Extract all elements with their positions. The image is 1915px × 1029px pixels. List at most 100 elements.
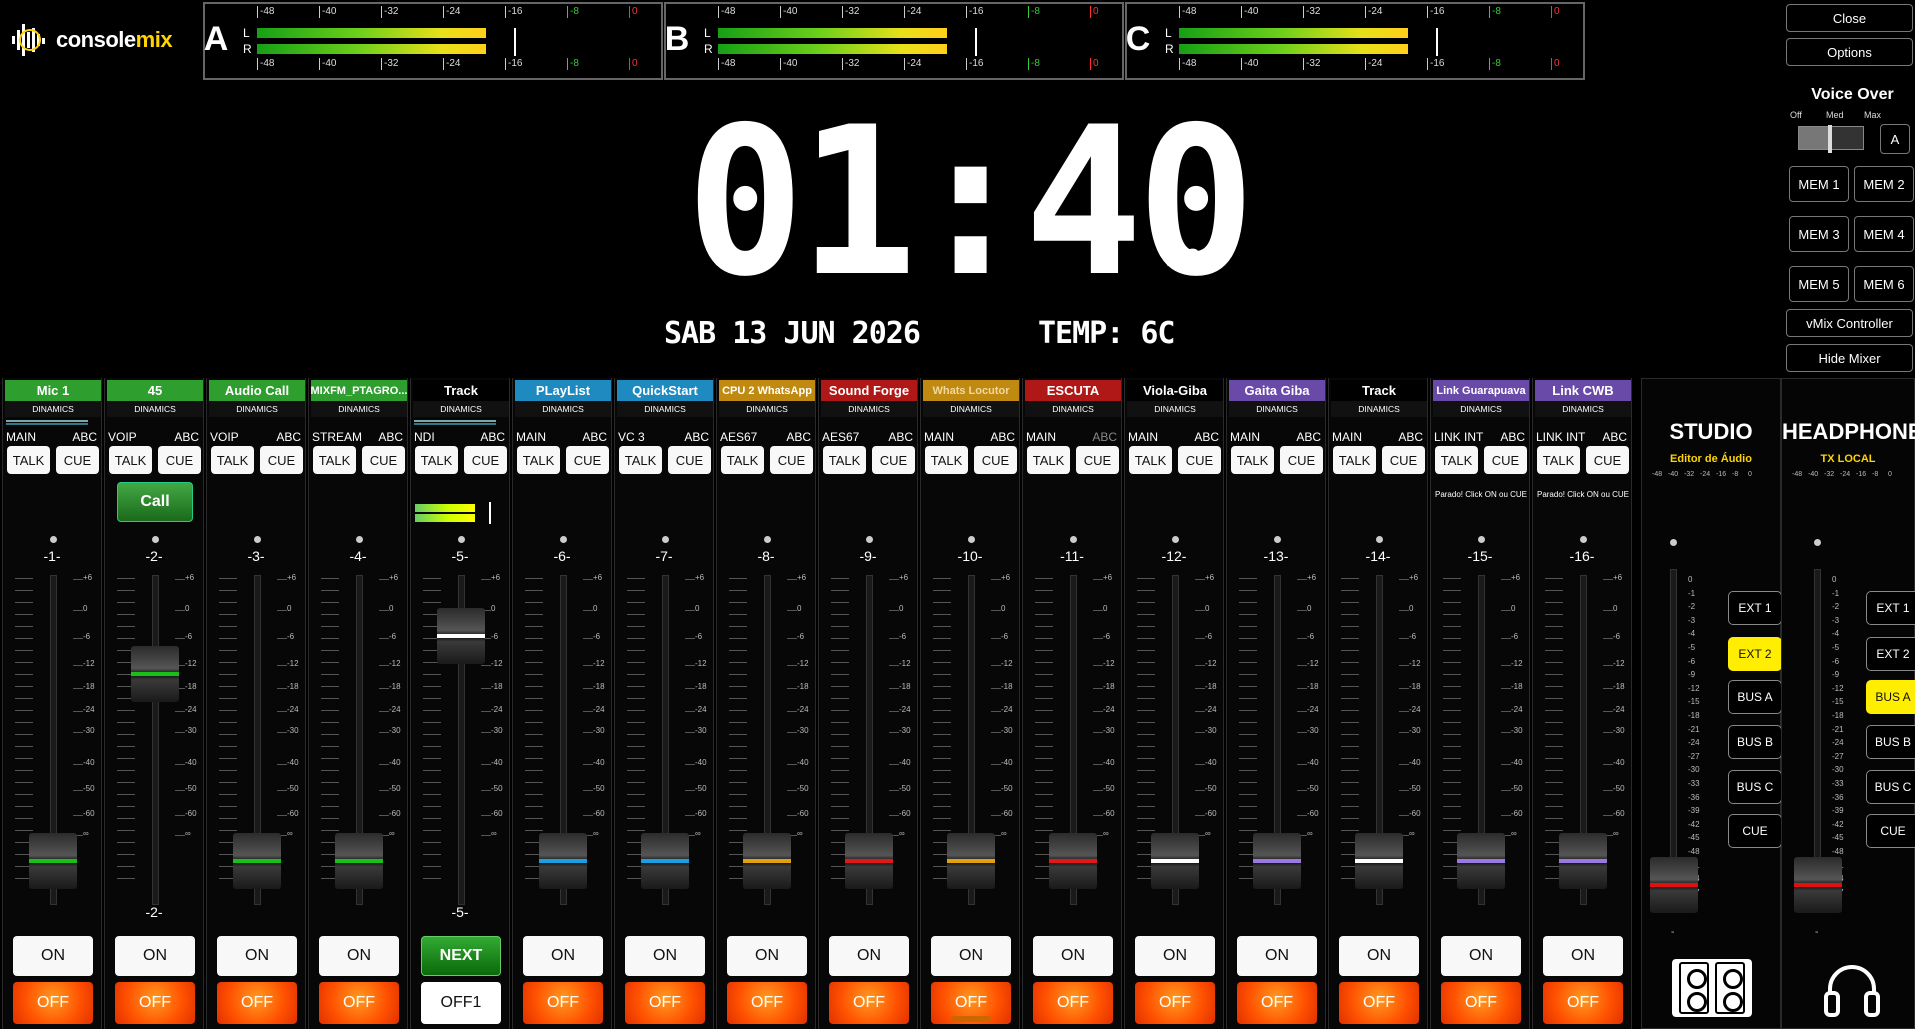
vmix-controller-button[interactable]: vMix Controller (1786, 309, 1913, 337)
on-button[interactable]: ON (1339, 936, 1419, 976)
output-bus-c-button[interactable]: BUS C (1866, 770, 1915, 804)
talk-button[interactable]: TALK (1333, 446, 1376, 474)
channel-name[interactable]: Mic 1 (5, 380, 101, 401)
fader-knob[interactable] (1049, 832, 1097, 889)
channel-name[interactable]: PLayList (515, 380, 611, 401)
dinamics-button[interactable]: DINAMICS (1127, 401, 1223, 417)
talk-button[interactable]: TALK (211, 446, 254, 474)
dinamics-button[interactable]: DINAMICS (923, 401, 1019, 417)
cue-button[interactable]: CUE (668, 446, 711, 474)
fader-knob[interactable] (335, 832, 383, 889)
off-button[interactable]: OFF (625, 982, 705, 1024)
fader-knob[interactable] (29, 832, 77, 889)
off-button[interactable]: OFF (523, 982, 603, 1024)
on-button[interactable]: ON (1033, 936, 1113, 976)
fader-knob[interactable] (845, 832, 893, 889)
channel-name[interactable]: MIXFM_PTAGRO... (311, 380, 407, 401)
output-cue-button[interactable]: CUE (1728, 814, 1782, 848)
mem-button-4[interactable]: MEM 4 (1854, 216, 1914, 252)
channel-name[interactable]: Gaita Giba (1229, 380, 1325, 401)
fader-knob[interactable] (1457, 832, 1505, 889)
cue-button[interactable]: CUE (158, 446, 201, 474)
fader-knob[interactable] (1559, 832, 1607, 889)
mem-button-5[interactable]: MEM 5 (1789, 266, 1849, 302)
dinamics-button[interactable]: DINAMICS (719, 401, 815, 417)
on-button[interactable]: ON (319, 936, 399, 976)
output-bus-b-button[interactable]: BUS B (1728, 725, 1782, 759)
talk-button[interactable]: TALK (517, 446, 560, 474)
on-button[interactable]: ON (13, 936, 93, 976)
next-button[interactable]: NEXT (421, 936, 501, 976)
channel-name[interactable]: 45 (107, 380, 203, 401)
on-button[interactable]: ON (1441, 936, 1521, 976)
off-button[interactable]: OFF (829, 982, 909, 1024)
speakers-icon[interactable] (1672, 959, 1752, 1017)
cue-button[interactable]: CUE (770, 446, 813, 474)
headphones-icon[interactable] (1822, 959, 1882, 1019)
fader-knob[interactable] (947, 832, 995, 889)
output-bus-a-button[interactable]: BUS A (1866, 680, 1915, 714)
dinamics-button[interactable]: DINAMICS (515, 401, 611, 417)
off-button[interactable]: OFF (1441, 982, 1521, 1024)
dinamics-button[interactable]: DINAMICS (1025, 401, 1121, 417)
cue-button[interactable]: CUE (1280, 446, 1323, 474)
cue-button[interactable]: CUE (1382, 446, 1425, 474)
fader-knob[interactable] (131, 646, 179, 703)
off-button[interactable]: OFF (727, 982, 807, 1024)
talk-button[interactable]: TALK (619, 446, 662, 474)
dinamics-button[interactable]: DINAMICS (311, 401, 407, 417)
voice-over-a-button[interactable]: A (1880, 124, 1910, 154)
output-ext-2-button[interactable]: EXT 2 (1866, 637, 1915, 671)
on-button[interactable]: ON (829, 936, 909, 976)
on-button[interactable]: ON (1543, 936, 1623, 976)
on-button[interactable]: ON (1237, 936, 1317, 976)
call-button[interactable]: Call (117, 482, 193, 522)
talk-button[interactable]: TALK (1129, 446, 1172, 474)
cue-button[interactable]: CUE (56, 446, 99, 474)
output-bus-b-button[interactable]: BUS B (1866, 725, 1915, 759)
off-button[interactable]: OFF (1033, 982, 1113, 1024)
talk-button[interactable]: TALK (109, 446, 152, 474)
output-cue-button[interactable]: CUE (1866, 814, 1915, 848)
output-bus-c-button[interactable]: BUS C (1728, 770, 1782, 804)
fader-knob[interactable] (743, 832, 791, 889)
mem-button-6[interactable]: MEM 6 (1854, 266, 1914, 302)
talk-button[interactable]: TALK (721, 446, 764, 474)
cue-button[interactable]: CUE (464, 446, 507, 474)
fader-knob[interactable] (1253, 832, 1301, 889)
dinamics-button[interactable]: DINAMICS (209, 401, 305, 417)
dinamics-button[interactable]: DINAMICS (1535, 401, 1631, 417)
dinamics-button[interactable]: DINAMICS (413, 401, 509, 417)
talk-button[interactable]: TALK (313, 446, 356, 474)
channel-name[interactable]: Track (413, 380, 509, 401)
channel-name[interactable]: Link Guarapuava (1433, 380, 1529, 401)
on-button[interactable]: ON (625, 936, 705, 976)
master-fader-knob[interactable] (1650, 857, 1698, 913)
mem-button-3[interactable]: MEM 3 (1789, 216, 1849, 252)
talk-button[interactable]: TALK (925, 446, 968, 474)
master-fader-knob[interactable] (1794, 857, 1842, 913)
off-button[interactable]: OFF (1339, 982, 1419, 1024)
on-button[interactable]: ON (1135, 936, 1215, 976)
fader-knob[interactable] (539, 832, 587, 889)
on-button[interactable]: ON (727, 936, 807, 976)
fader-knob[interactable] (233, 832, 281, 889)
cue-button[interactable]: CUE (566, 446, 609, 474)
cue-button[interactable]: CUE (1586, 446, 1629, 474)
dinamics-button[interactable]: DINAMICS (821, 401, 917, 417)
talk-button[interactable]: TALK (415, 446, 458, 474)
output-ext-1-button[interactable]: EXT 1 (1866, 591, 1915, 625)
vo-slider-knob[interactable] (1827, 125, 1832, 153)
dinamics-button[interactable]: DINAMICS (5, 401, 101, 417)
channel-name[interactable]: Track (1331, 380, 1427, 401)
off-button[interactable]: OFF (13, 982, 93, 1024)
talk-button[interactable]: TALK (1231, 446, 1274, 474)
off1-button[interactable]: OFF1 (421, 982, 501, 1024)
voice-over-slider[interactable] (1798, 125, 1864, 153)
close-button[interactable]: Close (1786, 4, 1913, 32)
talk-button[interactable]: TALK (1027, 446, 1070, 474)
dinamics-button[interactable]: DINAMICS (1229, 401, 1325, 417)
cue-button[interactable]: CUE (872, 446, 915, 474)
on-button[interactable]: ON (217, 936, 297, 976)
cue-button[interactable]: CUE (260, 446, 303, 474)
